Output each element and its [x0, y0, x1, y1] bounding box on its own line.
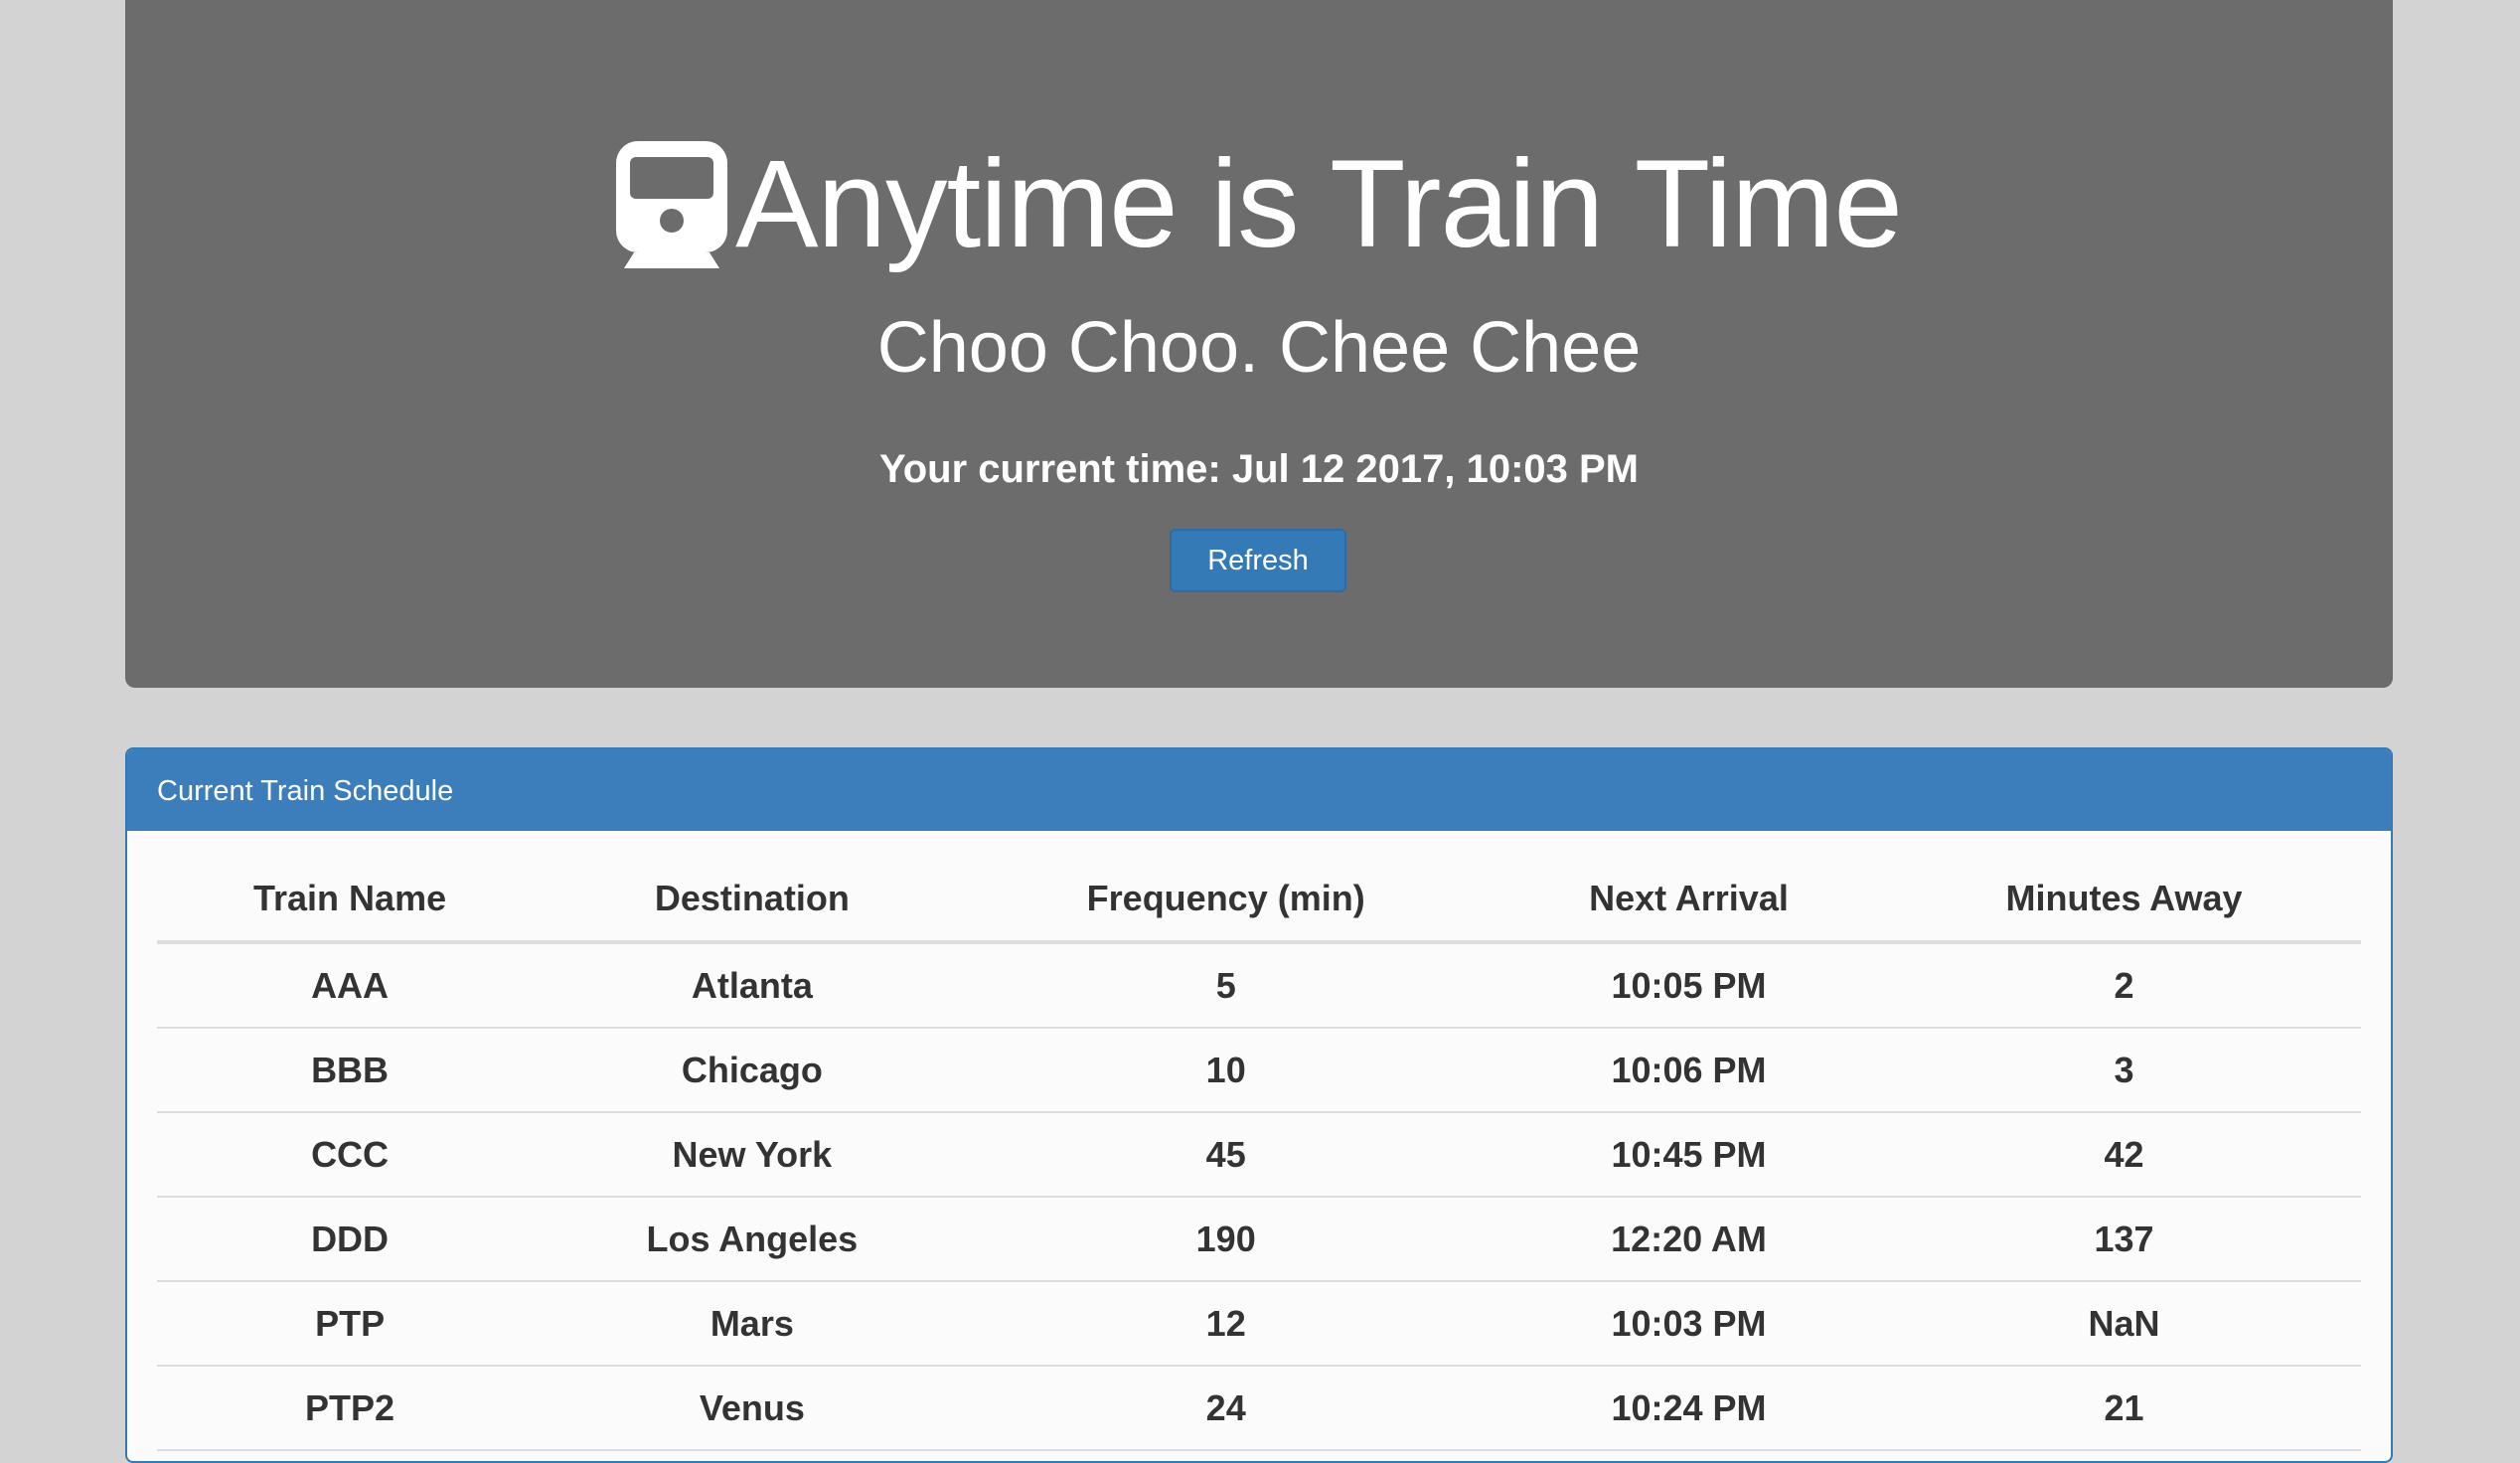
next-arrival-cell: 12:20 AM — [1490, 1197, 1888, 1282]
minutes-away-cell: NaN — [1887, 1281, 2361, 1367]
train-icon — [616, 141, 728, 270]
train-name-cell: BBB — [157, 1028, 544, 1113]
table-row: DDD Los Angeles 190 12:20 AM 137 — [157, 1197, 2361, 1282]
frequency-cell: 24 — [961, 1366, 1491, 1451]
page-subtitle: Choo Choo. Chee Chee — [876, 308, 1642, 388]
next-arrival-cell: 10:24 PM — [1490, 1366, 1888, 1451]
table-row: CCC New York 45 10:45 PM 42 — [157, 1112, 2361, 1198]
schedule-panel: Current Train Schedule Train Name Destin… — [125, 747, 2393, 1463]
refresh-button[interactable]: Refresh — [1170, 529, 1346, 592]
destination-cell: Atlanta — [543, 942, 962, 1029]
panel-body: Train Name Destination Frequency (min) N… — [127, 831, 2391, 1451]
page-title: Anytime is Train Time — [735, 134, 1903, 273]
next-arrival-cell: 10:06 PM — [1490, 1028, 1888, 1113]
train-name-cell: DDD — [157, 1197, 544, 1282]
frequency-cell: 190 — [961, 1197, 1491, 1282]
column-header-next-arrival: Next Arrival — [1490, 857, 1888, 944]
next-arrival-cell: 10:45 PM — [1490, 1112, 1888, 1198]
train-name-cell: PTP — [157, 1281, 544, 1367]
next-arrival-cell: 10:05 PM — [1490, 942, 1888, 1029]
next-arrival-cell: 10:03 PM — [1490, 1281, 1888, 1367]
schedule-table: Train Name Destination Frequency (min) N… — [157, 857, 2361, 1451]
destination-cell: Mars — [543, 1281, 962, 1367]
minutes-away-cell: 42 — [1887, 1112, 2361, 1198]
table-row: AAA Atlanta 5 10:05 PM 2 — [157, 942, 2361, 1029]
table-row: PTP2 Venus 24 10:24 PM 21 — [157, 1366, 2361, 1451]
train-name-cell: CCC — [157, 1112, 544, 1198]
column-header-frequency: Frequency (min) — [961, 857, 1491, 944]
minutes-away-cell: 137 — [1887, 1197, 2361, 1282]
frequency-cell: 12 — [961, 1281, 1491, 1367]
destination-cell: Venus — [543, 1366, 962, 1451]
frequency-cell: 10 — [961, 1028, 1491, 1113]
frequency-cell: 45 — [961, 1112, 1491, 1198]
minutes-away-cell: 21 — [1887, 1366, 2361, 1451]
table-row: PTP Mars 12 10:03 PM NaN — [157, 1281, 2361, 1367]
title-row: Anytime is Train Time — [125, 129, 2393, 278]
header-jumbotron: Anytime is Train Time Choo Choo. Chee Ch… — [125, 0, 2393, 688]
panel-heading: Current Train Schedule — [127, 749, 2391, 831]
train-name-cell: PTP2 — [157, 1366, 544, 1451]
frequency-cell: 5 — [961, 942, 1491, 1029]
current-time-text: Your current time: Jul 12 2017, 10:03 PM — [878, 447, 1639, 491]
train-name-cell: AAA — [157, 942, 544, 1029]
column-header-destination: Destination — [543, 857, 962, 944]
column-header-minutes-away: Minutes Away — [1887, 857, 2361, 944]
table-header-row: Train Name Destination Frequency (min) N… — [157, 857, 2361, 944]
destination-cell: New York — [543, 1112, 962, 1198]
minutes-away-cell: 3 — [1887, 1028, 2361, 1113]
column-header-train-name: Train Name — [157, 857, 544, 944]
destination-cell: Los Angeles — [543, 1197, 962, 1282]
destination-cell: Chicago — [543, 1028, 962, 1113]
minutes-away-cell: 2 — [1887, 942, 2361, 1029]
table-row: BBB Chicago 10 10:06 PM 3 — [157, 1028, 2361, 1113]
